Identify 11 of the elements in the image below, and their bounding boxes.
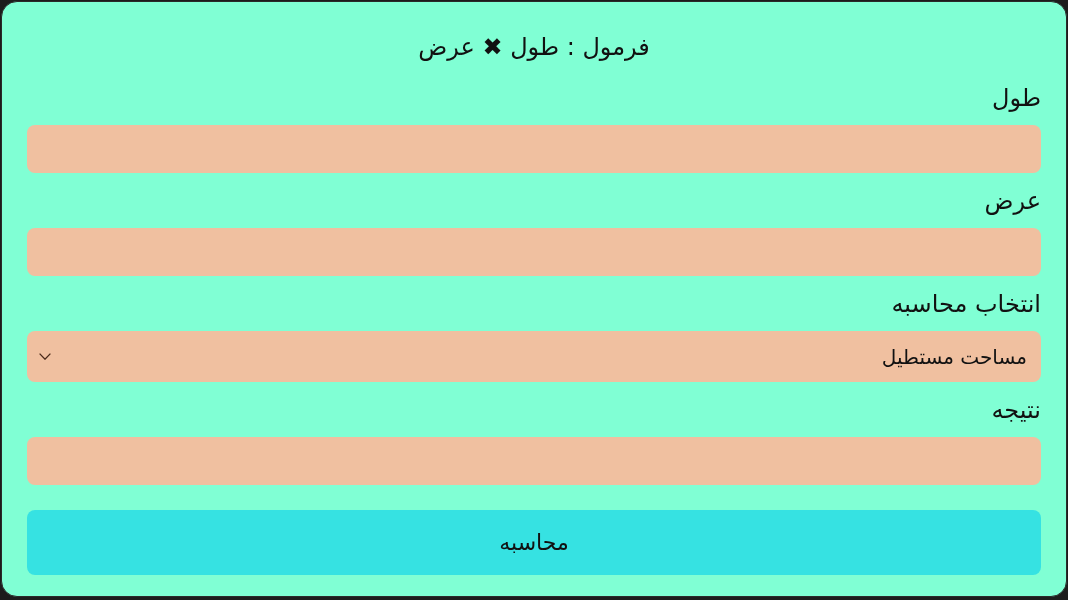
calculate-button[interactable]: محاسبه (27, 510, 1041, 575)
field-label: طول (992, 83, 1041, 114)
field-label: انتخاب محاسبه (891, 289, 1041, 320)
text-input-field[interactable] (27, 228, 1041, 276)
dropdown-field[interactable]: مساحت مستطیل (27, 331, 1041, 382)
chevron-down-icon (39, 353, 51, 360)
form-title: فرمول : طول ✖ عرض (418, 32, 650, 63)
text-input-field[interactable] (27, 437, 1041, 485)
field-label: نتیجه (991, 395, 1041, 426)
text-input-field[interactable] (27, 125, 1041, 173)
field-label: عرض (984, 186, 1041, 217)
